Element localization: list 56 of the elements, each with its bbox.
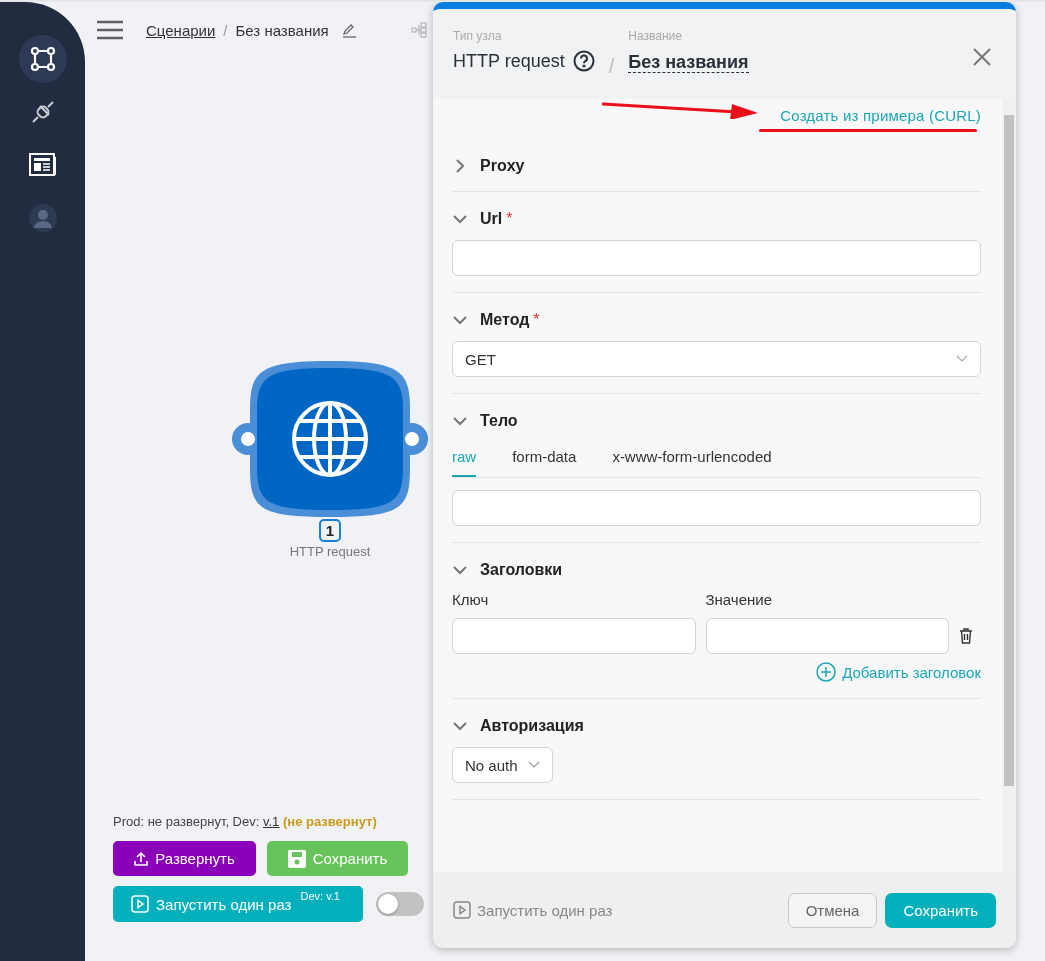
node-label: HTTP request: [289, 544, 371, 559]
deploy-status: Prod: не развернут, Dev: v.1 (не развернут): [113, 814, 378, 829]
node-name[interactable]: Без названия: [628, 52, 749, 73]
pencil-icon[interactable]: [340, 22, 357, 38]
avatar-icon: [28, 204, 57, 232]
plus-circle-icon: [816, 662, 837, 682]
section-header[interactable]: Url *: [452, 210, 981, 228]
breadcrumb-link[interactable]: Сценарии: [146, 21, 216, 39]
field-caption: Тип узла: [453, 29, 503, 43]
body-tab[interactable]: x-www-form-urlencoded: [612, 442, 772, 477]
section-header[interactable]: Proxy: [452, 157, 981, 175]
menu-icon[interactable]: [96, 20, 124, 40]
play-icon: [131, 895, 149, 913]
node-type: HTTP request: [453, 50, 565, 72]
section-title: Метод: [480, 311, 530, 329]
section-title: Url: [480, 210, 503, 228]
help-icon[interactable]: [572, 50, 595, 72]
sidebar-item[interactable]: [18, 35, 67, 83]
version-link[interactable]: v.1: [262, 814, 280, 829]
body-field[interactable]: [452, 490, 981, 526]
section-header[interactable]: Заголовки: [452, 561, 981, 579]
trash-icon[interactable]: [959, 628, 973, 644]
close-icon[interactable]: [972, 47, 992, 67]
section-title: Заголовки: [480, 561, 563, 579]
section-title: Авторизация: [480, 717, 584, 735]
column-label: Ключ: [452, 591, 490, 608]
auth-select[interactable]: No auth: [452, 747, 553, 783]
section-title: Тело: [480, 412, 518, 430]
required-mark: *: [506, 210, 513, 228]
section-title: Proxy: [480, 157, 525, 175]
body-tab[interactable]: form-data: [512, 442, 577, 477]
breadcrumb-separator: /: [223, 21, 228, 39]
scenario-title: Без названия: [235, 21, 329, 39]
column-label: Значение: [705, 591, 774, 608]
title-separator: /: [608, 55, 615, 78]
value-field[interactable]: [705, 618, 949, 654]
floppy-icon: [287, 849, 306, 868]
method-select[interactable]: GET: [452, 341, 981, 377]
caret-icon: [527, 761, 540, 769]
url-field[interactable]: [452, 240, 981, 276]
deploy-button[interactable]: Развернуть: [113, 841, 256, 876]
play-icon: [453, 901, 471, 919]
newspaper-icon: [28, 153, 57, 177]
section-header[interactable]: Метод *: [452, 311, 981, 329]
caret-icon: [956, 355, 968, 363]
section-header[interactable]: Тело: [452, 412, 981, 430]
upload-icon: [134, 851, 149, 866]
node-number-badge: 1: [318, 519, 342, 542]
toggle-switch[interactable]: [376, 892, 424, 916]
cancel-button[interactable]: Отмена: [787, 892, 878, 928]
field-caption: Название: [628, 29, 683, 43]
required-mark: *: [533, 311, 540, 329]
key-field[interactable]: [452, 618, 696, 654]
http-node[interactable]: [230, 359, 430, 519]
nodes-icon: [29, 46, 56, 72]
section-header[interactable]: Авторизация: [452, 717, 981, 735]
